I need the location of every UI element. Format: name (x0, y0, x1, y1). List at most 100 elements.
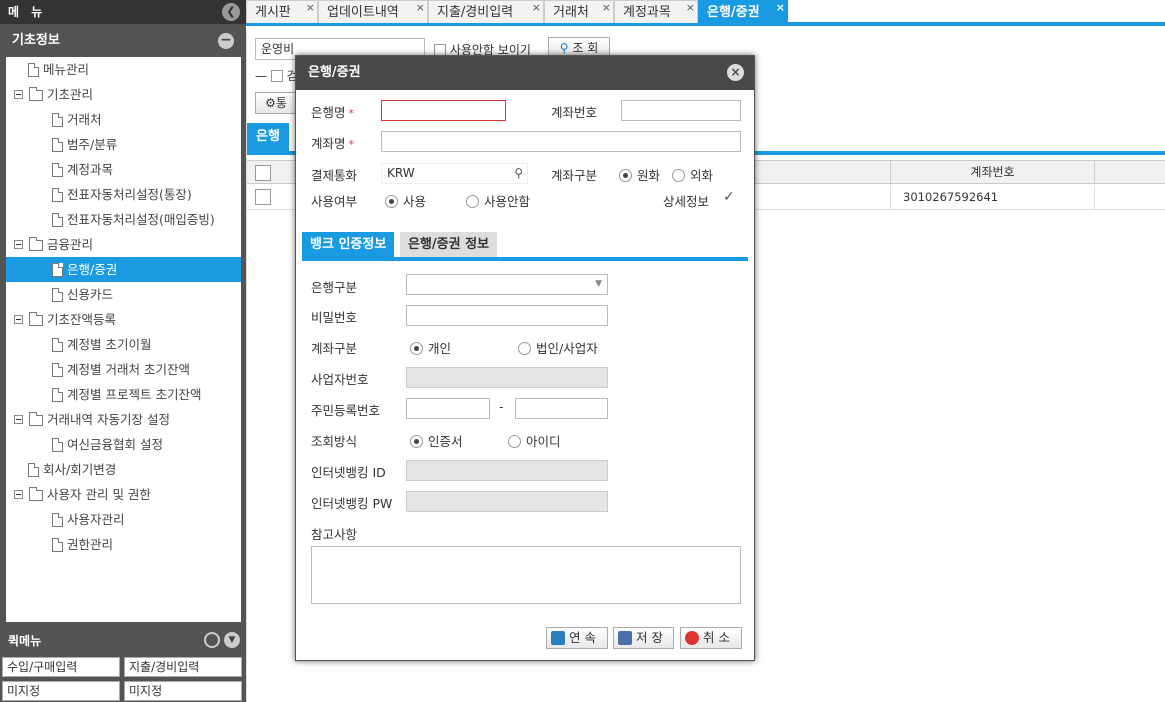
sidebar-item-label: 계정별 프로젝트 초기잔액 (67, 387, 202, 402)
toolbar-button[interactable]: ⚙통 (255, 92, 297, 114)
tab-bank-info[interactable]: 은행/증권 정보 (400, 232, 498, 257)
resident-no-field-2[interactable] (515, 398, 608, 419)
query-method-label: 조회방식 (311, 434, 358, 449)
currency-field[interactable]: KRW ⚲ (381, 163, 528, 184)
menu-section-title[interactable]: 기초정보 − (0, 24, 246, 58)
resident-no-field-1[interactable] (406, 398, 490, 419)
sidebar-item[interactable]: 계정별 초기이월 (6, 332, 241, 357)
sidebar-item[interactable]: 기초관리 (6, 82, 241, 107)
radio-corporate[interactable]: 법인/사업자 (518, 338, 598, 357)
tab-bank-securities[interactable]: 은행/증권 × (698, 0, 788, 23)
radio-unused[interactable]: 사용안함 (466, 191, 530, 210)
checkbox[interactable] (270, 70, 283, 82)
sidebar-item[interactable]: 메뉴관리 (6, 57, 241, 82)
expand-toggle-icon[interactable] (14, 415, 23, 424)
sidebar-item[interactable]: 신용카드 (6, 282, 241, 307)
sidebar-item-label: 기초관리 (47, 87, 94, 102)
toolbar-icon: ⚙ (265, 96, 276, 110)
close-icon[interactable]: × (416, 0, 425, 19)
quick-button[interactable]: 미지정 (2, 681, 120, 701)
sidebar-item[interactable]: 여신금융협회 설정 (6, 432, 241, 457)
radio-krw[interactable]: 원화 (619, 165, 660, 184)
radio-certificate[interactable]: 인증서 (410, 431, 463, 450)
tab-board[interactable]: 게시판 × (246, 0, 318, 23)
column-account-no[interactable]: 계좌번호 (890, 161, 1095, 183)
radio-dot[interactable] (619, 169, 632, 182)
close-icon[interactable]: × (727, 64, 744, 81)
sidebar-item[interactable]: 계정과목 (6, 157, 241, 182)
expand-toggle-icon[interactable] (14, 240, 23, 249)
tab-bank-auth[interactable]: 뱅크 인증정보 (302, 232, 395, 257)
expand-toggle-icon[interactable] (14, 90, 23, 99)
collapse-sidebar-icon[interactable]: ❮ (222, 3, 240, 21)
document-icon (52, 163, 63, 177)
quick-button[interactable]: 수입/구매입력 (2, 657, 120, 677)
sidebar-item[interactable]: 은행/증권 (6, 257, 241, 282)
ib-id-label: 인터넷뱅킹 ID (311, 465, 386, 480)
folder-icon (29, 87, 43, 101)
sidebar-item[interactable]: 계정별 프로젝트 초기잔액 (6, 382, 241, 407)
account-name-field[interactable] (381, 131, 741, 152)
chevron-down-icon[interactable]: ▼ (224, 632, 240, 648)
bank-type-select[interactable]: ▼ (406, 274, 608, 295)
close-icon[interactable]: × (776, 0, 785, 19)
close-icon[interactable]: × (602, 0, 611, 19)
sidebar-item[interactable]: 금융관리 (6, 232, 241, 257)
search-icon[interactable]: ⚲ (514, 164, 523, 183)
sidebar-item[interactable]: 권한관리 (6, 532, 241, 557)
radio-label: 인증서 (428, 434, 463, 449)
memo-textarea[interactable] (311, 546, 741, 604)
save-button[interactable]: 저 장 (613, 627, 674, 649)
quick-button[interactable]: 지출/경비입력 (124, 657, 242, 677)
detail-checkbox[interactable]: ✓ (723, 189, 735, 205)
radio-dot[interactable] (410, 342, 423, 355)
gear-icon[interactable] (204, 632, 220, 648)
expand-toggle-icon[interactable] (14, 315, 23, 324)
radio-foreign[interactable]: 외화 (672, 165, 713, 184)
radio-dot[interactable] (410, 435, 423, 448)
cancel-button[interactable]: 취 소 (680, 627, 742, 649)
expand-toggle-icon[interactable] (14, 490, 23, 499)
filter-checkbox[interactable]: — 검 (255, 67, 298, 84)
account-no-field[interactable] (621, 100, 741, 121)
sidebar-item[interactable]: 사용자관리 (6, 507, 241, 532)
continue-button[interactable]: 연 속 (546, 627, 608, 649)
sidebar-item[interactable]: 전표자동처리설정(매입증빙) (6, 207, 241, 232)
password-field[interactable] (406, 305, 608, 326)
tab-bank[interactable]: 은행 (247, 123, 289, 151)
radio-id[interactable]: 아이디 (508, 431, 561, 450)
close-icon[interactable]: × (686, 0, 695, 19)
radio-use[interactable]: 사용 (385, 191, 426, 210)
sidebar-item-label: 신용카드 (67, 287, 114, 302)
sidebar-item[interactable]: 거래내역 자동기장 설정 (6, 407, 241, 432)
menu-header: 메 뉴 ❮ (0, 0, 246, 24)
sidebar-item[interactable]: 전표자동처리설정(통장) (6, 182, 241, 207)
close-icon[interactable]: × (532, 0, 541, 19)
row-checkbox[interactable] (255, 189, 271, 205)
tab-expense-input[interactable]: 지출/경비입력 × (428, 0, 544, 23)
tab-client[interactable]: 거래처 × (544, 0, 614, 23)
select-all-checkbox[interactable] (255, 165, 271, 181)
bank-name-field[interactable] (381, 100, 506, 121)
account-type-label: 계좌구분 (551, 168, 598, 183)
sidebar-item[interactable]: 범주/분류 (6, 132, 241, 157)
radio-dot[interactable] (508, 435, 521, 448)
radio-dot[interactable] (466, 195, 479, 208)
sidebar-item[interactable]: 거래처 (6, 107, 241, 132)
sidebar-item[interactable]: 계정별 거래처 초기잔액 (6, 357, 241, 382)
sidebar-item[interactable]: 회사/회기변경 (6, 457, 241, 482)
sidebar-item[interactable]: 사용자 관리 및 권한 (6, 482, 241, 507)
tab-account-subject[interactable]: 계정과목 × (614, 0, 698, 23)
radio-dot[interactable] (518, 342, 531, 355)
radio-personal[interactable]: 개인 (410, 338, 451, 357)
radio-label: 사용안함 (484, 194, 531, 209)
sidebar-item[interactable]: 기초잔액등록 (6, 307, 241, 332)
radio-dot[interactable] (672, 169, 685, 182)
quick-button[interactable]: 미지정 (124, 681, 242, 701)
collapse-section-icon[interactable]: − (218, 33, 234, 49)
radio-dot[interactable] (385, 195, 398, 208)
sidebar-item-label: 메뉴관리 (43, 62, 90, 77)
close-icon[interactable]: × (306, 0, 315, 19)
tab-update-history[interactable]: 업데이트내역 × (318, 0, 428, 23)
menu-header-label: 메 뉴 (8, 5, 47, 19)
